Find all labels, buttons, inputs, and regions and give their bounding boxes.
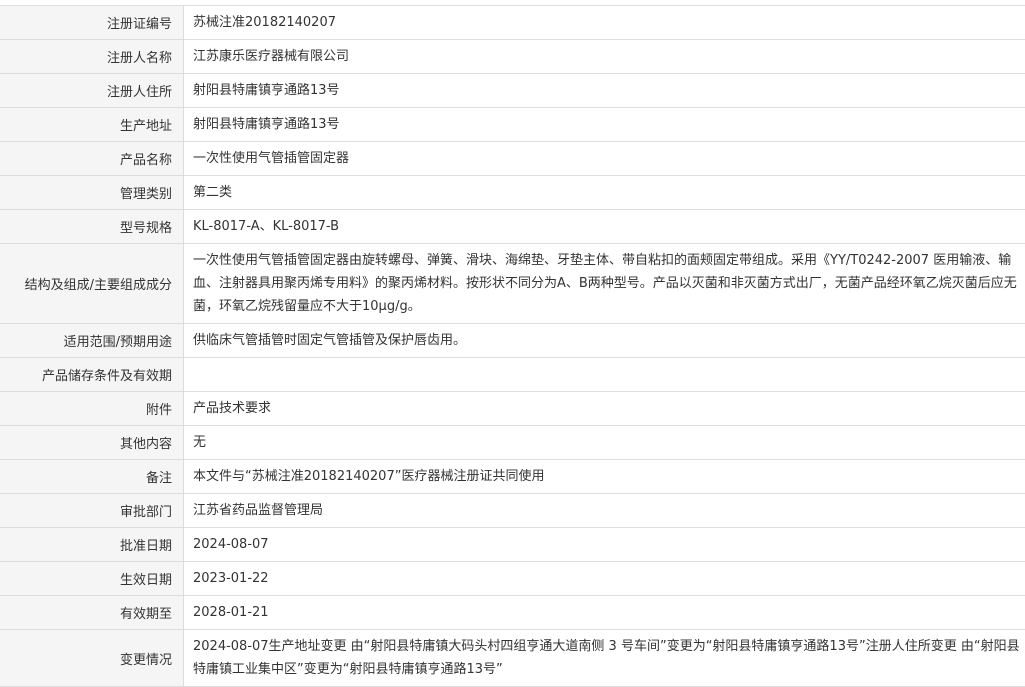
row-remarks: 备注 本文件与“苏械注准20182140207”医疗器械注册证共同使用: [0, 460, 1025, 494]
row-effective-date: 生效日期 2023-01-22: [0, 562, 1025, 596]
remarks-value: 本文件与“苏械注准20182140207”医疗器械注册证共同使用: [193, 469, 545, 484]
field-label: 生效日期: [0, 562, 184, 595]
field-value: 一次性使用气管插管固定器由旋转螺母、弹簧、滑块、海绵垫、牙垫主体、带自粘扣的面颊…: [184, 244, 1025, 323]
field-label: 型号规格: [0, 210, 184, 243]
field-label: 注册证编号: [0, 6, 184, 39]
field-value: 2028-01-21: [184, 596, 1025, 629]
effective-date-value: 2023-01-22: [193, 571, 269, 586]
field-value: 本文件与“苏械注准20182140207”医疗器械注册证共同使用: [184, 460, 1025, 493]
field-label: 变更情况: [0, 630, 184, 686]
field-value: 苏械注准20182140207: [184, 6, 1025, 39]
approval-date-value: 2024-08-07: [193, 537, 269, 552]
field-value: 第二类: [184, 176, 1025, 209]
field-value: 2024-08-07生产地址变更 由“射阳县特庸镇大码头村四组亨通大道南侧 3 …: [184, 630, 1025, 686]
row-intended-use: 适用范围/预期用途 供临床气管插管时固定气管插管及保护唇齿用。: [0, 324, 1025, 358]
field-label: 适用范围/预期用途: [0, 324, 184, 357]
production-address-value: 射阳县特庸镇亨通路13号: [193, 117, 340, 132]
field-label: 管理类别: [0, 176, 184, 209]
row-registration-number: 注册证编号 苏械注准20182140207: [0, 6, 1025, 40]
field-value: 2024-08-07: [184, 528, 1025, 561]
row-expiry-date: 有效期至 2028-01-21: [0, 596, 1025, 630]
field-label: 产品储存条件及有效期: [0, 358, 184, 391]
field-value: 江苏康乐医疗器械有限公司: [184, 40, 1025, 73]
model-spec-value: KL-8017-A、KL-8017-B: [193, 219, 340, 234]
structure-composition-value: 一次性使用气管插管固定器由旋转螺母、弹簧、滑块、海绵垫、牙垫主体、带自粘扣的面颊…: [193, 253, 1017, 314]
row-storage-validity: 产品储存条件及有效期: [0, 358, 1025, 392]
field-value: 2023-01-22: [184, 562, 1025, 595]
registration-info-table: 注册证编号 苏械注准20182140207 注册人名称 江苏康乐医疗器械有限公司…: [0, 5, 1025, 687]
registrant-address-value: 射阳县特庸镇亨通路13号: [193, 83, 340, 98]
row-other-content: 其他内容 无: [0, 426, 1025, 460]
field-value: 一次性使用气管插管固定器: [184, 142, 1025, 175]
field-value: 江苏省药品监督管理局: [184, 494, 1025, 527]
row-product-name: 产品名称 一次性使用气管插管固定器: [0, 142, 1025, 176]
attachment-value: 产品技术要求: [193, 401, 272, 416]
field-label: 批准日期: [0, 528, 184, 561]
management-category-value: 第二类: [193, 185, 233, 200]
row-approval-department: 审批部门 江苏省药品监督管理局: [0, 494, 1025, 528]
field-value: 产品技术要求: [184, 392, 1025, 425]
field-label: 结构及组成/主要组成成分: [0, 244, 184, 323]
row-structure-composition: 结构及组成/主要组成成分 一次性使用气管插管固定器由旋转螺母、弹簧、滑块、海绵垫…: [0, 244, 1025, 324]
field-label: 附件: [0, 392, 184, 425]
approval-department-value: 江苏省药品监督管理局: [193, 503, 324, 518]
row-production-address: 生产地址 射阳县特庸镇亨通路13号: [0, 108, 1025, 142]
field-value: 供临床气管插管时固定气管插管及保护唇齿用。: [184, 324, 1025, 357]
field-label: 注册人住所: [0, 74, 184, 107]
row-model-spec: 型号规格 KL-8017-A、KL-8017-B: [0, 210, 1025, 244]
field-value: 射阳县特庸镇亨通路13号: [184, 108, 1025, 141]
intended-use-value: 供临床气管插管时固定气管插管及保护唇齿用。: [193, 333, 467, 348]
field-label: 备注: [0, 460, 184, 493]
expiry-date-value: 2028-01-21: [193, 605, 269, 620]
field-value: KL-8017-A、KL-8017-B: [184, 210, 1025, 243]
field-label: 产品名称: [0, 142, 184, 175]
row-change-history: 变更情况 2024-08-07生产地址变更 由“射阳县特庸镇大码头村四组亨通大道…: [0, 630, 1025, 687]
field-label: 审批部门: [0, 494, 184, 527]
field-value: 射阳县特庸镇亨通路13号: [184, 74, 1025, 107]
registration-number-value: 苏械注准20182140207: [193, 15, 336, 30]
row-registrant-name: 注册人名称 江苏康乐医疗器械有限公司: [0, 40, 1025, 74]
field-value: [184, 358, 1025, 391]
change-history-value: 2024-08-07生产地址变更 由“射阳县特庸镇大码头村四组亨通大道南侧 3 …: [193, 639, 1020, 677]
field-label: 注册人名称: [0, 40, 184, 73]
product-name-value: 一次性使用气管插管固定器: [193, 151, 350, 166]
other-content-value: 无: [193, 435, 207, 450]
field-label: 生产地址: [0, 108, 184, 141]
field-label: 有效期至: [0, 596, 184, 629]
registrant-name-value: 江苏康乐医疗器械有限公司: [193, 49, 350, 64]
row-registrant-address: 注册人住所 射阳县特庸镇亨通路13号: [0, 74, 1025, 108]
field-label: 其他内容: [0, 426, 184, 459]
field-value: 无: [184, 426, 1025, 459]
row-attachment: 附件 产品技术要求: [0, 392, 1025, 426]
row-approval-date: 批准日期 2024-08-07: [0, 528, 1025, 562]
row-management-category: 管理类别 第二类: [0, 176, 1025, 210]
